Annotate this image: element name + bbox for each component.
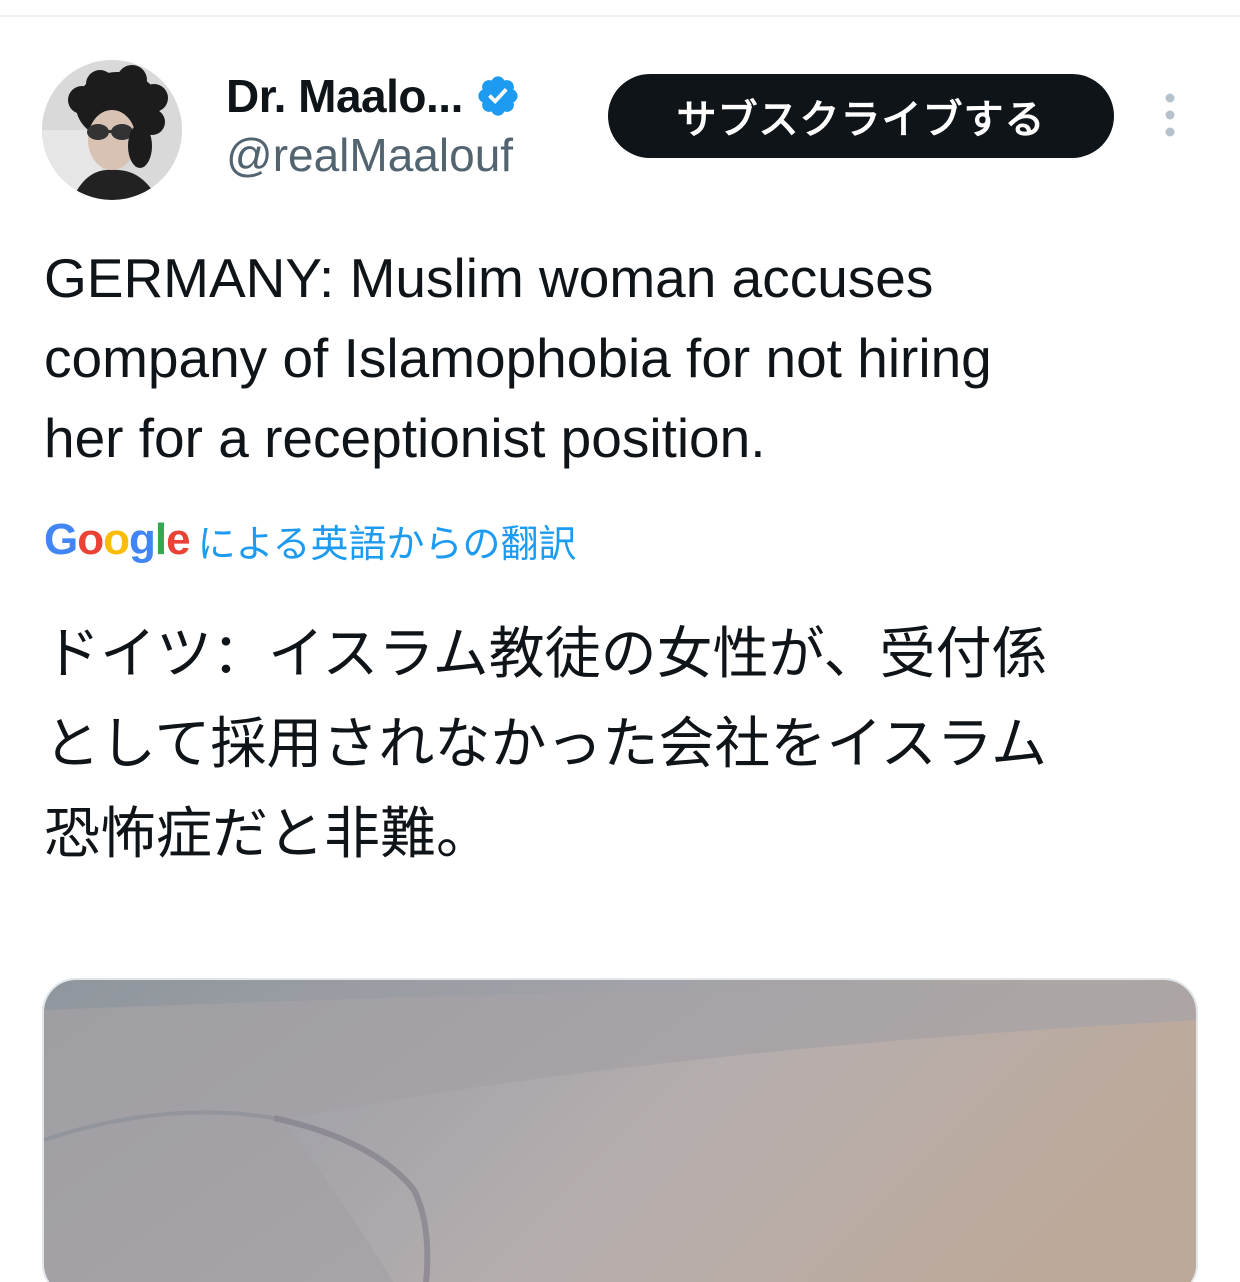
- author-name-row[interactable]: Dr. Maalo...: [226, 66, 521, 126]
- translated-text: ドイツ：イスラム教徒の女性が、受付係 として採用されなかった会社をイスラム 恐怖…: [44, 622, 1048, 867]
- user-avatar-photo-icon: [42, 60, 182, 200]
- author-handle[interactable]: @realMaalouf: [226, 128, 513, 182]
- tweet-media-image[interactable]: [42, 978, 1198, 1282]
- more-vertical-icon[interactable]: [1150, 90, 1190, 140]
- google-logo: Google: [44, 515, 191, 564]
- media-photo-icon: [44, 980, 1196, 1282]
- translation-attribution[interactable]: Google による英語からの翻訳: [44, 510, 577, 570]
- subscribe-button[interactable]: サブスクライブする: [608, 74, 1114, 158]
- translation-label[interactable]: による英語からの翻訳: [198, 513, 577, 568]
- author-display-name[interactable]: Dr. Maalo...: [226, 69, 463, 123]
- avatar[interactable]: [42, 60, 182, 200]
- verified-badge-icon: [475, 73, 521, 119]
- tweet-page: Dr. Maalo... @realMaalouf サブスクライブする GERM…: [0, 0, 1240, 1282]
- divider: [0, 15, 1240, 17]
- tweet-text: GERMANY: Muslim woman accuses company of…: [44, 247, 992, 469]
